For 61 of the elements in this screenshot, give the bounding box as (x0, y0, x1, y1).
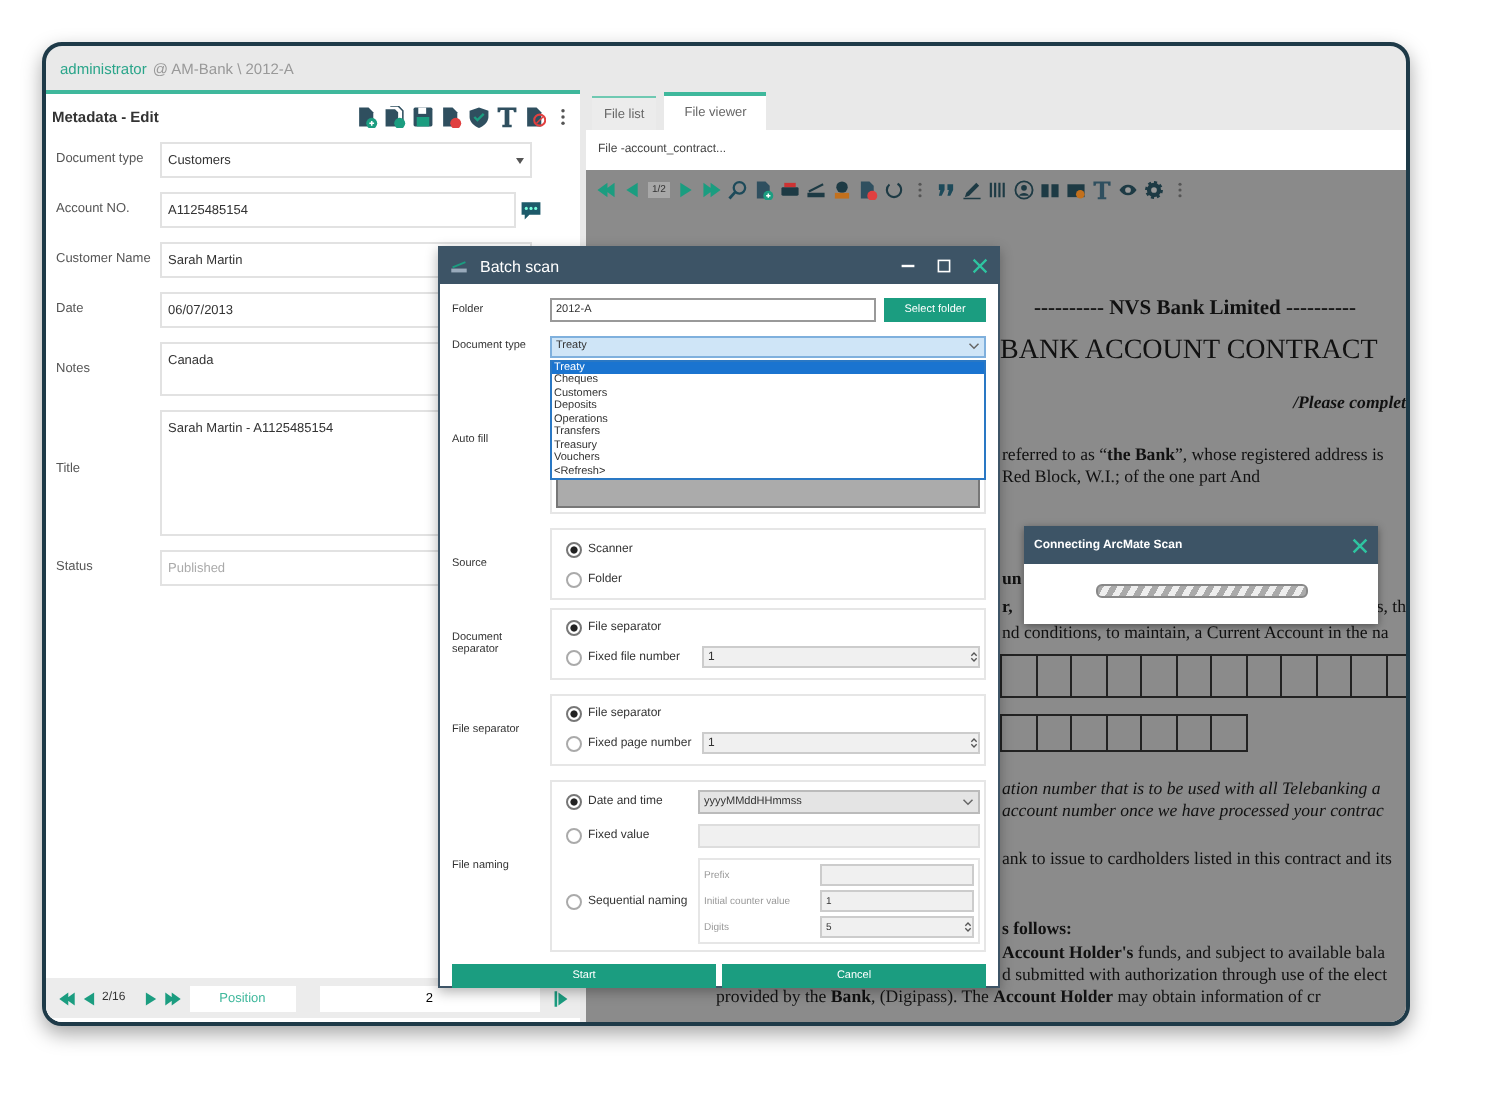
radio-button[interactable] (566, 649, 582, 666)
input-field[interactable] (820, 864, 974, 886)
document-text: provided by the Bank, (Digipass). The Account Holder may obtain information of cr (716, 986, 1321, 1008)
close-icon[interactable] (972, 258, 988, 274)
eye-icon[interactable] (1117, 180, 1138, 200)
spinner-icon (964, 920, 972, 934)
document-text: nd conditions, to maintain, a Current Account in the na (1002, 622, 1389, 644)
rotate-icon[interactable] (883, 180, 904, 200)
comment-icon[interactable] (520, 200, 542, 220)
scanner-icon[interactable] (805, 180, 826, 200)
pen-icon[interactable] (961, 180, 982, 200)
radio-button[interactable] (566, 571, 582, 587)
add-document-icon[interactable] (753, 180, 774, 200)
document-text: d submitted with authorization through use of the elect (1002, 964, 1388, 986)
edit-document-icon[interactable] (524, 105, 546, 127)
next-icon[interactable] (141, 989, 160, 1007)
delete-document-icon[interactable] (440, 105, 462, 127)
document-text: Account Holder's funds, and subject to available bala (1002, 942, 1386, 964)
radio-button[interactable] (566, 735, 582, 752)
close-icon[interactable] (1352, 537, 1368, 553)
add-document-icon[interactable] (356, 105, 378, 127)
document-text: referred to as “the Bank”, whose registered address is (1002, 444, 1384, 466)
scanner-icon (450, 258, 468, 274)
spinner-icon (970, 736, 978, 751)
caret-icon (516, 157, 524, 163)
vertical-bars-icon[interactable] (987, 180, 1008, 200)
shield-icon[interactable] (468, 105, 490, 127)
radio-button[interactable] (566, 705, 582, 722)
settings-icon[interactable] (1143, 180, 1164, 200)
maximize-icon[interactable] (936, 258, 952, 274)
spinner-icon (970, 650, 978, 665)
documents-icon[interactable] (384, 105, 406, 127)
document-text: account number once we have processed your contrac (1002, 800, 1384, 822)
first-page-icon[interactable] (58, 989, 76, 1007)
quote-icon[interactable] (935, 180, 956, 200)
previous-icon[interactable] (80, 989, 98, 1007)
last-page-icon[interactable] (163, 989, 182, 1007)
radio-button[interactable] (566, 893, 582, 909)
document-text: un (1002, 568, 1022, 590)
search-icon[interactable] (727, 180, 748, 200)
radio-button[interactable] (566, 619, 582, 636)
document-text: ---------- NVS Bank Limited ---------- (1034, 298, 1356, 320)
save-icon[interactable] (412, 105, 434, 127)
radio-button[interactable] (566, 828, 582, 844)
document-text: r, (1002, 596, 1013, 618)
document-text: s follows: (1002, 918, 1072, 940)
insert-marker-icon[interactable] (551, 989, 570, 1007)
radio-button[interactable] (566, 541, 582, 557)
radio-button[interactable] (566, 794, 582, 810)
user-icon[interactable] (1013, 180, 1034, 200)
input-field[interactable] (698, 824, 980, 848)
chevron-icon (968, 342, 980, 350)
document-text: Red Block, W.I.; of the one part And (1002, 466, 1261, 488)
document-text: ank to issue to cardholders listed in this contract and its (1002, 848, 1392, 870)
document-text: /Please complet (1293, 392, 1406, 414)
chevron-icon (962, 798, 974, 806)
text-format-icon[interactable] (496, 105, 518, 127)
document-text: BANK ACCOUNT CONTRACT (1000, 336, 1378, 368)
document-text: s, th (1376, 596, 1406, 618)
printer-icon[interactable] (779, 180, 800, 200)
document-text: ation number that is to be used with all Telebanking a (1002, 778, 1381, 800)
